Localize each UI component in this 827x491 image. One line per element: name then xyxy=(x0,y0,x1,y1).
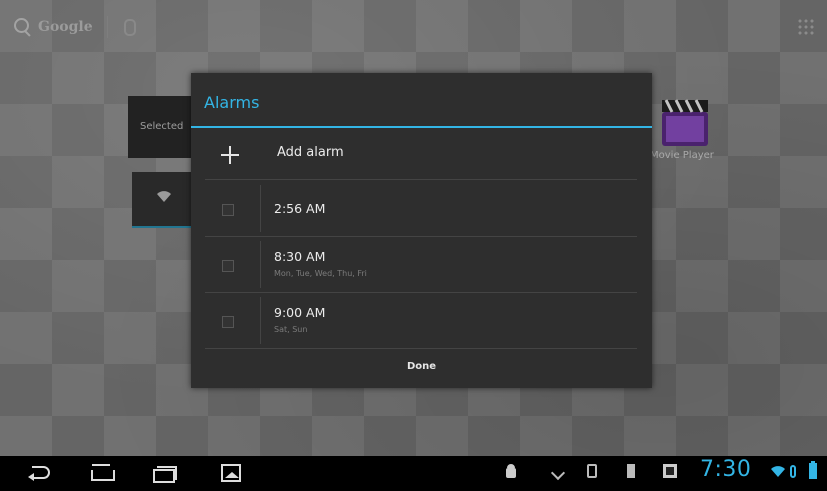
alarm-time: 8:30 AM xyxy=(274,249,326,264)
dialog-title: Alarms xyxy=(204,93,260,112)
alarm-enable-checkbox[interactable] xyxy=(222,260,234,272)
image-notification-icon[interactable] xyxy=(663,464,677,478)
status-clock[interactable]: 7:30 xyxy=(700,457,751,482)
alarm-time: 9:00 AM xyxy=(274,305,326,320)
alarm-time: 2:56 AM xyxy=(274,201,326,216)
alarm-enable-checkbox[interactable] xyxy=(222,316,234,328)
done-button[interactable]: Done xyxy=(191,353,652,381)
add-alarm-button[interactable]: Add alarm xyxy=(191,129,652,179)
android-icon[interactable] xyxy=(506,464,516,480)
alarm-days: Mon, Tue, Wed, Thu, Fri xyxy=(274,269,367,278)
sd-card-icon[interactable] xyxy=(627,464,635,478)
chevron-down-icon[interactable] xyxy=(550,465,566,481)
row-divider xyxy=(205,348,637,349)
usb-icon[interactable] xyxy=(587,464,597,478)
alarms-dialog: Alarms Add alarm 2:56 AM 8:30 AM Mon, Tu… xyxy=(191,73,652,388)
back-icon[interactable] xyxy=(28,464,50,481)
alarm-divider xyxy=(260,241,261,288)
bluetooth-icon xyxy=(790,465,796,478)
alarm-days: Sat, Sun xyxy=(274,325,308,334)
title-divider xyxy=(191,126,652,128)
alarm-divider xyxy=(260,297,261,344)
add-alarm-label: Add alarm xyxy=(277,145,344,160)
alarm-item[interactable]: 2:56 AM xyxy=(191,181,652,236)
row-divider xyxy=(205,179,637,180)
alarm-enable-checkbox[interactable] xyxy=(222,204,234,216)
screenshot-icon[interactable] xyxy=(221,464,241,482)
system-bar: 7:30 xyxy=(0,456,827,491)
recent-apps-icon[interactable] xyxy=(153,464,177,483)
home-icon[interactable] xyxy=(88,464,115,481)
alarm-item[interactable]: 8:30 AM Mon, Tue, Wed, Thu, Fri xyxy=(191,237,652,292)
wifi-status-icon xyxy=(771,466,785,477)
plus-icon xyxy=(221,146,239,164)
alarm-item[interactable]: 9:00 AM Sat, Sun xyxy=(191,293,652,348)
alarm-divider xyxy=(260,185,261,232)
battery-icon xyxy=(809,461,817,479)
